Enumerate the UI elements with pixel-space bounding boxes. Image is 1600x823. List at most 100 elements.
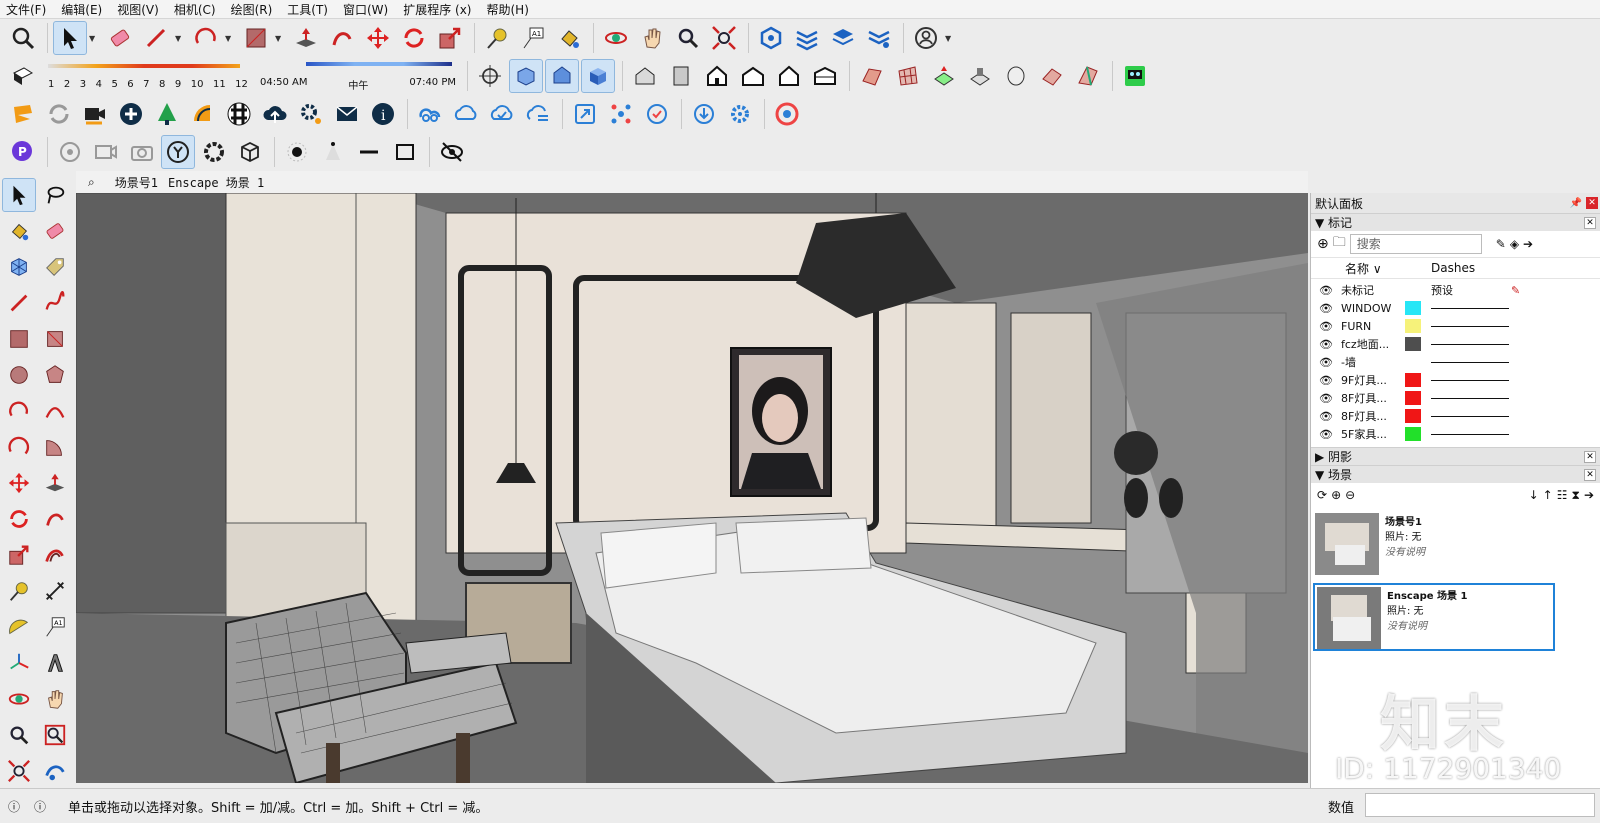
add-folder-icon[interactable]: 🗀	[1333, 233, 1346, 255]
select-tool-button[interactable]	[2, 178, 36, 212]
menu-file[interactable]: 文件(F)	[6, 1, 46, 18]
offset-tool-button[interactable]	[38, 538, 72, 572]
rectangle-tool-button[interactable]	[2, 322, 36, 356]
tag-dashes-value[interactable]: 预设	[1431, 282, 1511, 298]
tag-color-swatch[interactable]	[1405, 373, 1421, 387]
stamp-button[interactable]	[963, 59, 997, 93]
shadow-date-slider[interactable]: 1 2 3 4 5 6 7 8 9 10 11 12	[48, 59, 248, 93]
tag-dash-line[interactable]	[1431, 325, 1509, 327]
tape-measure-button[interactable]	[480, 21, 514, 55]
front-view-button[interactable]	[700, 59, 734, 93]
menu-window[interactable]: 窗口(W)	[343, 1, 388, 18]
details-arrow-icon[interactable]: ➔	[1584, 488, 1594, 502]
menu-edit[interactable]: 编辑(E)	[61, 1, 102, 18]
followme-tool-button[interactable]	[325, 21, 359, 55]
rotate-tool-button[interactable]	[2, 502, 36, 536]
tag-color-swatch[interactable]	[1405, 337, 1421, 351]
pan-tool-button[interactable]	[38, 682, 72, 716]
three-point-arc-button[interactable]	[2, 430, 36, 464]
menu-camera[interactable]: 相机(C)	[174, 1, 216, 18]
add-tag-icon[interactable]: ⊕	[1317, 236, 1329, 252]
tag-row[interactable]: 👁 未标记 预设 ✎	[1311, 281, 1600, 299]
plugin-robot-button[interactable]	[1118, 59, 1152, 93]
close-icon[interactable]: ✕	[1584, 450, 1596, 463]
enscape-video-button[interactable]	[78, 97, 112, 131]
tag-dash-line[interactable]	[1431, 343, 1509, 345]
tag-color-swatch[interactable]	[1405, 301, 1421, 315]
zoom-window-button[interactable]	[38, 718, 72, 752]
tag-dash-line[interactable]	[1431, 379, 1509, 381]
pushpull-tool-button[interactable]	[38, 466, 72, 500]
warehouse-button[interactable]	[754, 21, 788, 55]
tag-dash-line[interactable]	[1431, 307, 1509, 309]
section-plane-button[interactable]	[473, 59, 507, 93]
pencil-icon[interactable]: ✎	[1511, 284, 1520, 297]
line-tool-button[interactable]	[2, 286, 36, 320]
close-icon[interactable]: ✕	[1584, 468, 1596, 481]
sandbox-scratch-button[interactable]	[891, 59, 925, 93]
menu-view[interactable]: 视图(V)	[117, 1, 159, 18]
view-options-icon[interactable]: ☷	[1557, 488, 1568, 502]
tag-brush-icon[interactable]: ✎	[1496, 237, 1506, 251]
shaded-style-button[interactable]	[581, 59, 615, 93]
tag-dash-line[interactable]	[1431, 415, 1509, 417]
walk-tool-button[interactable]	[38, 754, 72, 788]
about-button[interactable]: i	[366, 97, 400, 131]
tag-dashes-icon[interactable]: ◈	[1510, 237, 1519, 251]
eye-icon[interactable]: 👁	[1311, 338, 1341, 351]
rotate-tool-button[interactable]	[397, 21, 431, 55]
iso-view-button[interactable]	[628, 59, 662, 93]
eraser-tool-button[interactable]	[103, 21, 137, 55]
eye-icon[interactable]: 👁	[1311, 410, 1341, 423]
credits-icon[interactable]: ⓘ	[34, 798, 46, 815]
model-viewport[interactable]	[76, 193, 1308, 783]
shadows-toggle-button[interactable]	[6, 59, 40, 93]
left-view-button[interactable]	[808, 59, 842, 93]
account-button[interactable]	[909, 21, 943, 55]
materials-button[interactable]	[186, 97, 220, 131]
details-arrow-icon[interactable]: ➔	[1523, 237, 1533, 251]
dimension-tool-button[interactable]	[38, 574, 72, 608]
xray-style-button[interactable]	[509, 59, 543, 93]
move-tool-button[interactable]	[361, 21, 395, 55]
tag-dash-line[interactable]	[1431, 397, 1509, 399]
tab-scene-1[interactable]: 场景号1	[115, 174, 158, 191]
line-tool-button[interactable]	[139, 21, 173, 55]
menu-help[interactable]: 帮助(H)	[486, 1, 528, 18]
scene-item-selected[interactable]: Enscape 场景 1 照片: 无 没有说明	[1313, 583, 1555, 651]
refresh-icon[interactable]: ⟳	[1317, 488, 1327, 502]
eye-icon[interactable]: 👁	[1311, 392, 1341, 405]
arc-tool-button[interactable]	[2, 394, 36, 428]
drape-button[interactable]	[999, 59, 1033, 93]
zoom-tool-button[interactable]	[6, 21, 40, 55]
add-scene-icon[interactable]: ⊕	[1331, 488, 1341, 502]
eye-icon[interactable]: 👁	[1311, 356, 1341, 369]
line-light-button[interactable]	[352, 135, 386, 169]
tag-color-swatch[interactable]	[1405, 427, 1421, 441]
rect-light-button[interactable]	[388, 135, 422, 169]
orbit-tool-button[interactable]	[2, 682, 36, 716]
tag-search-input[interactable]: 搜索	[1349, 234, 1482, 254]
arc-tool-button[interactable]	[189, 21, 223, 55]
polygon-tool-button[interactable]	[38, 358, 72, 392]
eye-icon[interactable]: 👁	[1311, 320, 1341, 333]
enscape-sync-button[interactable]	[42, 97, 76, 131]
tag-color-swatch[interactable]	[1405, 319, 1421, 333]
3d-text-button[interactable]	[38, 646, 72, 680]
move-tool-button[interactable]	[2, 466, 36, 500]
orbit-tool-button[interactable]	[599, 21, 633, 55]
sphere-light-button[interactable]	[280, 135, 314, 169]
paint-bucket-button[interactable]	[2, 214, 36, 248]
scenes-section-header[interactable]: ▼ 场景 ✕	[1311, 465, 1600, 483]
rectangle-tool-button[interactable]	[239, 21, 273, 55]
download-button[interactable]	[687, 97, 721, 131]
freehand-tool-button[interactable]	[38, 286, 72, 320]
dashes-column-header[interactable]: Dashes	[1431, 261, 1475, 275]
chevron-down-icon[interactable]: ▼	[275, 34, 285, 43]
tag-row[interactable]: 👁 FURN	[1311, 317, 1600, 335]
browser-button[interactable]	[770, 97, 804, 131]
scene-item[interactable]: 场景号1 照片: 无 没有说明	[1313, 511, 1555, 579]
pushpull-tool-button[interactable]	[289, 21, 323, 55]
upload-button[interactable]	[258, 97, 292, 131]
eye-icon[interactable]: 👁	[1311, 302, 1341, 315]
